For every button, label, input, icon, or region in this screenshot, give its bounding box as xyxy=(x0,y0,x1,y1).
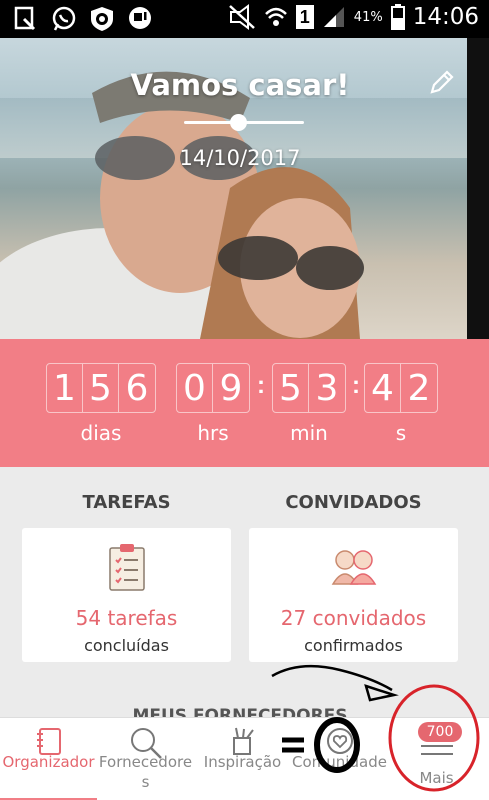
tasks-count: 54 tarefas xyxy=(75,606,178,630)
clock: 14:06 xyxy=(412,4,479,30)
couple-cover-photo: Vamos casar! 14/10/2017 xyxy=(0,38,489,339)
cover-position-slider[interactable] xyxy=(184,114,304,131)
minutes-label: min xyxy=(290,421,328,445)
minutes-digit: 3 xyxy=(315,367,339,409)
nav-vendors-label: Fornecedores xyxy=(98,753,193,791)
tasks-status: concluídas xyxy=(84,636,169,655)
guests-couple-icon xyxy=(331,550,376,585)
days-digit: 1 xyxy=(47,364,83,412)
chat-alert-icon xyxy=(129,7,151,29)
battery-icon xyxy=(390,4,405,30)
days-digit: 5 xyxy=(83,364,119,412)
battery-percent: 41% xyxy=(353,9,383,25)
guests-count: 27 convidados xyxy=(280,606,427,630)
annotation-arrow-line xyxy=(271,664,393,692)
tasks-card[interactable]: 54 tarefas concluídas xyxy=(22,528,231,662)
wifi-icon xyxy=(264,7,287,26)
days-label: dias xyxy=(80,421,122,445)
tasks-heading: TAREFAS xyxy=(82,492,171,513)
days-digit: 6 xyxy=(125,367,149,409)
shield-icon xyxy=(91,7,113,31)
wedding-date: 14/10/2017 xyxy=(179,146,301,170)
guests-card[interactable]: 27 convidados confirmados xyxy=(249,528,458,662)
signal-icon xyxy=(323,7,344,27)
countdown-hours: 0 9 hrs xyxy=(176,363,250,445)
countdown-seconds: 4 2 s xyxy=(364,363,438,445)
hours-label: hrs xyxy=(197,421,229,445)
nav-community[interactable]: Comunidade xyxy=(291,718,388,800)
clipboard-checklist-icon xyxy=(108,544,145,591)
edit-pencil-icon[interactable] xyxy=(428,68,456,96)
annotation-arrow-head xyxy=(364,684,399,702)
minutes-digit: 5 xyxy=(273,364,309,412)
seconds-digit: 4 xyxy=(365,364,401,412)
hours-digit: 0 xyxy=(177,364,213,412)
bottom-navigation: Organizador Fornecedores Inspiração Comu… xyxy=(0,717,489,800)
whatsapp-icon xyxy=(52,6,76,31)
nav-inspiration-label: Inspiração xyxy=(203,753,282,771)
countdown-minutes: 5 3 min xyxy=(272,363,346,445)
nav-more-label: Mais xyxy=(419,769,454,787)
seconds-label: s xyxy=(395,421,407,445)
nav-community-label: Comunidade xyxy=(292,753,387,771)
countdown-days: 1 5 6 dias xyxy=(46,363,156,445)
guests-status: confirmados xyxy=(304,636,403,655)
mute-icon xyxy=(228,4,255,30)
document-signal-icon xyxy=(14,6,36,31)
slider-knob[interactable] xyxy=(230,114,247,131)
colon-separator: : xyxy=(352,372,360,399)
notification-badge: 700 xyxy=(418,722,462,742)
wedding-title: Vamos casar! xyxy=(130,68,350,102)
status-bar: 1 41% 14:06 xyxy=(0,0,489,38)
guests-heading: CONVIDADOS xyxy=(285,492,422,513)
nav-organizer-label: Organizador xyxy=(2,753,95,771)
nav-inspiration[interactable]: Inspiração xyxy=(194,718,291,800)
nav-vendors[interactable]: Fornecedores xyxy=(97,718,194,800)
colon-separator: : xyxy=(257,372,265,399)
nav-organizer[interactable]: Organizador xyxy=(0,718,97,800)
hours-digit: 9 xyxy=(219,367,243,409)
seconds-digit: 2 xyxy=(407,367,431,409)
sim-badge: 1 xyxy=(295,5,314,29)
countdown-panel: 1 5 6 dias 0 9 hrs : 5 3 min : 4 2 s xyxy=(0,339,489,467)
